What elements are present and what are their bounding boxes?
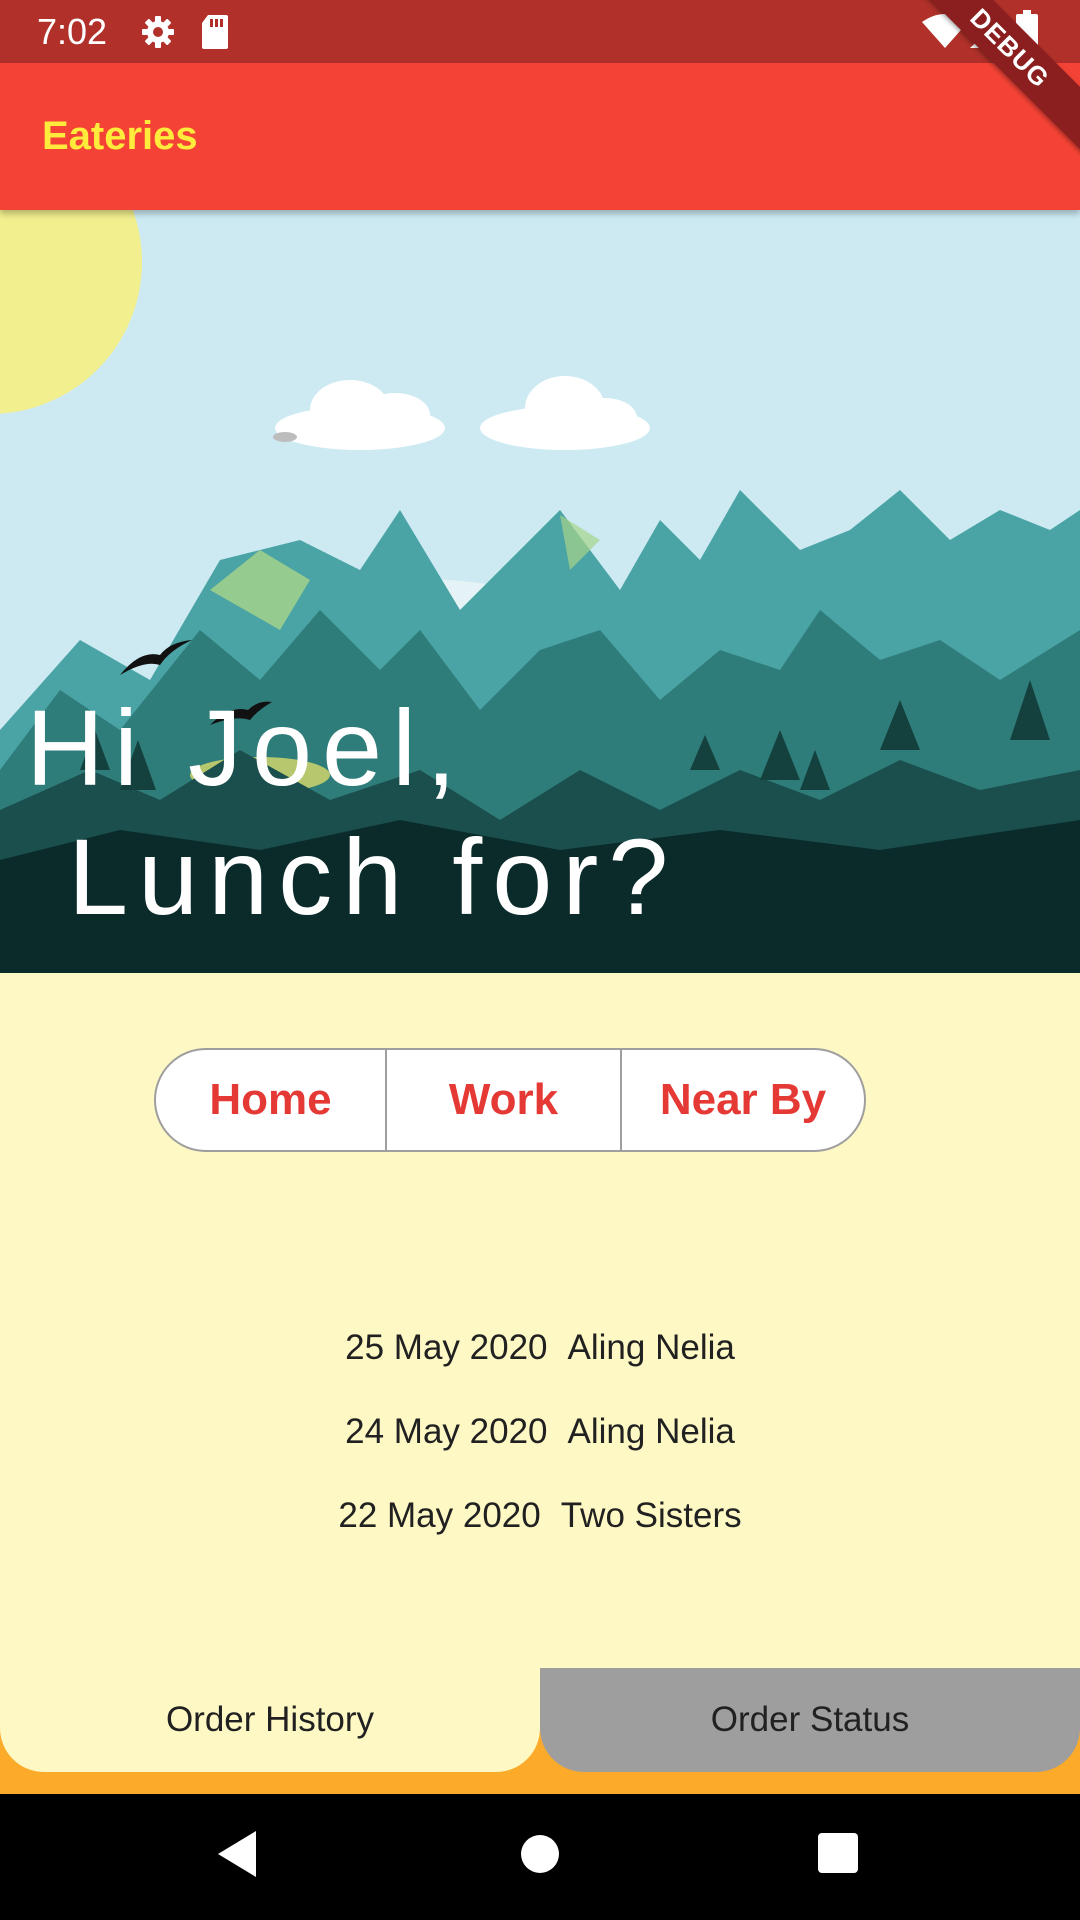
gear-icon xyxy=(138,12,178,57)
location-selector: Home Work Near By xyxy=(154,1048,866,1152)
app-bar: Eateries xyxy=(0,63,1080,210)
greeting-line-1: Hi Joel, xyxy=(26,687,467,808)
app-title: Eateries xyxy=(42,114,198,158)
recents-icon[interactable] xyxy=(817,1832,859,1879)
list-item[interactable]: 25 May 2020 Aling Nelia xyxy=(0,1318,1080,1378)
home-icon[interactable] xyxy=(518,1832,562,1881)
list-item[interactable]: 24 May 2020 Aling Nelia xyxy=(0,1402,1080,1462)
status-bar: 7:02 xyxy=(0,0,1080,63)
order-restaurant: Aling Nelia xyxy=(567,1328,735,1367)
navigation-bar xyxy=(0,1794,1080,1920)
order-date: 24 May 2020 xyxy=(345,1412,548,1451)
status-time: 7:02 xyxy=(37,11,108,52)
order-restaurant: Aling Nelia xyxy=(567,1412,735,1451)
back-icon[interactable] xyxy=(216,1829,260,1884)
segment-work[interactable]: Work xyxy=(387,1050,622,1150)
segment-near-by[interactable]: Near By xyxy=(622,1050,864,1150)
segment-home[interactable]: Home xyxy=(156,1050,387,1150)
list-item[interactable]: 22 May 2020 Two Sisters xyxy=(0,1486,1080,1546)
sd-card-icon xyxy=(200,12,230,57)
hero-banner: Hi Joel, Lunch for? xyxy=(0,210,1080,973)
order-restaurant: Two Sisters xyxy=(560,1496,742,1535)
order-date: 22 May 2020 xyxy=(338,1496,541,1535)
tab-order-status[interactable]: Order Status xyxy=(540,1668,1080,1772)
tab-order-history[interactable]: Order History xyxy=(0,1668,540,1772)
order-date: 25 May 2020 xyxy=(345,1328,548,1367)
greeting-line-2: Lunch for? xyxy=(68,816,679,937)
